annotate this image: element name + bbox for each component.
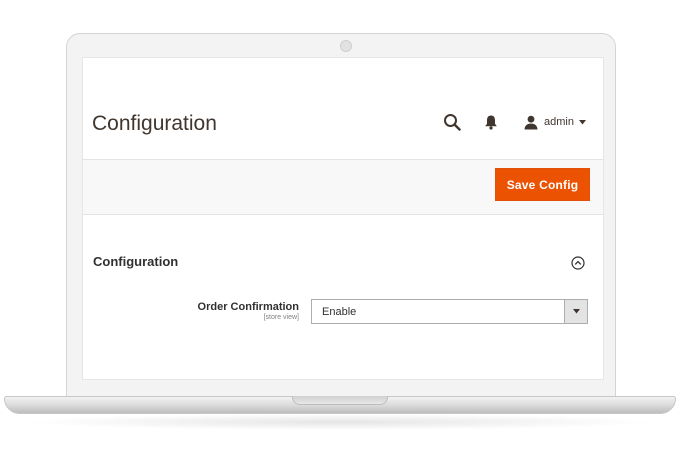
laptop-shadow xyxy=(20,414,660,430)
page-actions-bar: Save Config xyxy=(83,159,603,215)
screen: Configuration admin Save Config Configur… xyxy=(82,57,604,380)
page-header: Configuration admin xyxy=(83,58,603,159)
camera-icon xyxy=(340,40,352,52)
order-confirmation-label: Order Confirmation [store view] xyxy=(198,301,299,321)
section-title: Configuration xyxy=(93,254,179,269)
user-name: admin xyxy=(544,116,574,128)
laptop-notch xyxy=(292,396,388,405)
bell-icon[interactable] xyxy=(484,114,498,130)
order-confirmation-select[interactable]: Enable xyxy=(311,299,588,324)
save-config-button[interactable]: Save Config xyxy=(495,168,590,201)
select-value: Enable xyxy=(322,306,357,318)
collapse-up-icon[interactable] xyxy=(571,256,585,270)
chevron-down-icon xyxy=(578,119,586,124)
user-icon xyxy=(524,115,538,129)
chevron-down-icon xyxy=(572,309,580,314)
page-title: Configuration xyxy=(92,112,217,135)
user-menu[interactable]: admin xyxy=(524,113,586,131)
field-label-text: Order Confirmation xyxy=(197,301,299,313)
select-arrow[interactable] xyxy=(564,300,587,323)
search-icon[interactable] xyxy=(443,113,461,131)
field-scope-text: [store view] xyxy=(263,314,299,321)
